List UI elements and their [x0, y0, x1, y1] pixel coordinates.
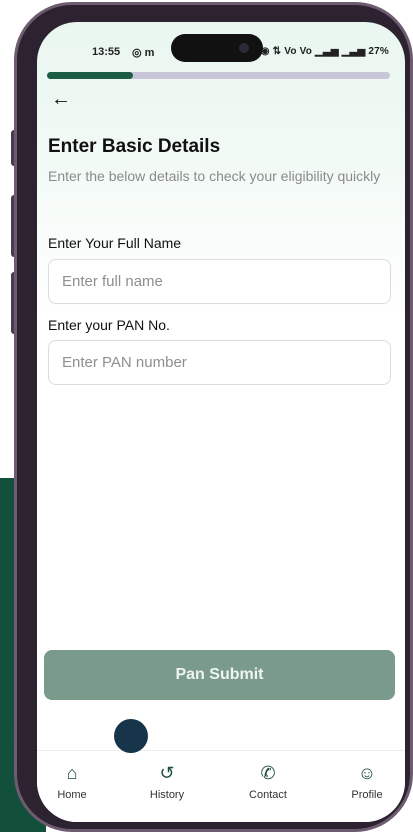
phone-icon: ✆ [260, 763, 276, 783]
nav-item-history[interactable]: ↺ History [132, 761, 202, 801]
back-arrow-icon[interactable]: ← [51, 88, 71, 111]
nav-item-profile[interactable]: ☺ Profile [332, 761, 402, 801]
status-time: 13:55 [92, 46, 121, 58]
pan-label: Enter your PAN No. [48, 317, 170, 333]
nav-label-contact: Contact [249, 789, 287, 801]
pan-input[interactable] [48, 340, 391, 385]
progress-bar [47, 72, 390, 79]
progress-fill [47, 72, 133, 79]
page-subtitle: Enter the below details to check your el… [48, 168, 381, 184]
pan-submit-button[interactable]: Pan Submit [44, 650, 395, 700]
home-icon: ⌂ [66, 763, 78, 783]
profile-icon: ☺ [357, 763, 377, 783]
nav-item-home[interactable]: ⌂ Home [37, 761, 107, 801]
nav-item-contact[interactable]: ✆ Contact [233, 761, 303, 801]
bottom-nav: ⌂ Home ↺ History ✆ Contact ☺ Profile [37, 750, 405, 822]
camera-notch [171, 34, 263, 62]
page-title: Enter Basic Details [48, 136, 221, 157]
callout-dot [114, 719, 148, 753]
notification-icons: ◎ m [132, 47, 155, 59]
battery-level: 27% [368, 46, 389, 57]
nav-label-history: History [149, 789, 185, 801]
camera-lens [239, 43, 249, 53]
status-icons: ◉ ⇅ Vo Vo ▁▃▅ ▁▃▅ 27% [261, 46, 389, 57]
full-name-input[interactable] [48, 259, 391, 304]
full-name-label: Enter Your Full Name [48, 235, 182, 251]
nav-label-home: Home [57, 789, 87, 801]
history-icon: ↺ [159, 763, 175, 783]
nav-label-profile: Profile [351, 789, 383, 801]
phone-screen: 13:55 ◎ m ◉ ⇅ Vo Vo ▁▃▅ ▁▃▅ 27% ← Enter … [37, 22, 405, 822]
signal-icons: ◉ ⇅ Vo Vo ▁▃▅ ▁▃▅ [260, 46, 366, 57]
